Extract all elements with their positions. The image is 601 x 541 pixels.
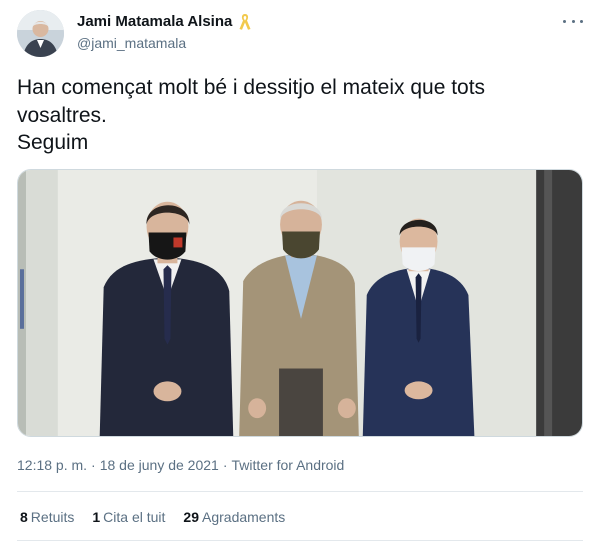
quotes-label: Cita el tuit xyxy=(103,509,166,525)
yellow-ribbon-icon xyxy=(239,14,251,30)
meta-separator: · xyxy=(222,457,228,473)
tweet-source[interactable]: Twitter for Android xyxy=(232,457,345,473)
author-handle[interactable]: @jami_matamala xyxy=(77,35,186,51)
tweet-time[interactable]: 12:18 p. m. xyxy=(17,457,87,473)
photo-image xyxy=(18,170,582,436)
likes-stat[interactable]: 29 Agradaments xyxy=(183,509,285,525)
likes-label: Agradaments xyxy=(202,509,286,525)
retweets-count: 8 xyxy=(20,509,28,525)
meta-separator: · xyxy=(91,457,96,473)
quotes-count: 1 xyxy=(92,509,101,525)
tweet-text-line: Han començat molt bé i dessitjo el matei… xyxy=(17,76,486,99)
tweet-photo[interactable] xyxy=(17,169,583,437)
author-name[interactable]: Jami Matamala Alsina xyxy=(77,13,232,30)
retweets-label: Retuits xyxy=(30,509,75,525)
divider xyxy=(17,491,583,492)
retweets-stat[interactable]: 8 Retuits xyxy=(20,509,74,525)
avatar-image xyxy=(17,10,64,57)
tweet-text-line: vosaltres. xyxy=(17,103,107,127)
avatar[interactable] xyxy=(17,10,64,57)
tweet-stats: 8 Retuits 1 Cita el tuit 29 Agradaments xyxy=(20,509,285,525)
tweet-card: Jami Matamala Alsina @jami_matamala Han … xyxy=(0,0,601,541)
tweet-text-line: Seguim xyxy=(17,131,89,154)
tweet-meta: 12:18 p. m. · 18 de juny de 2021 · Twitter f… xyxy=(17,457,344,473)
tweet-text: Han començat molt bé i dessitjo el matei… xyxy=(17,74,577,157)
tweet-date[interactable]: 18 de juny de 2021 xyxy=(100,457,219,473)
quotes-stat[interactable]: 1 Cita el tuit xyxy=(92,509,165,525)
likes-count: 29 xyxy=(183,509,199,525)
more-options-icon[interactable] xyxy=(563,13,583,29)
